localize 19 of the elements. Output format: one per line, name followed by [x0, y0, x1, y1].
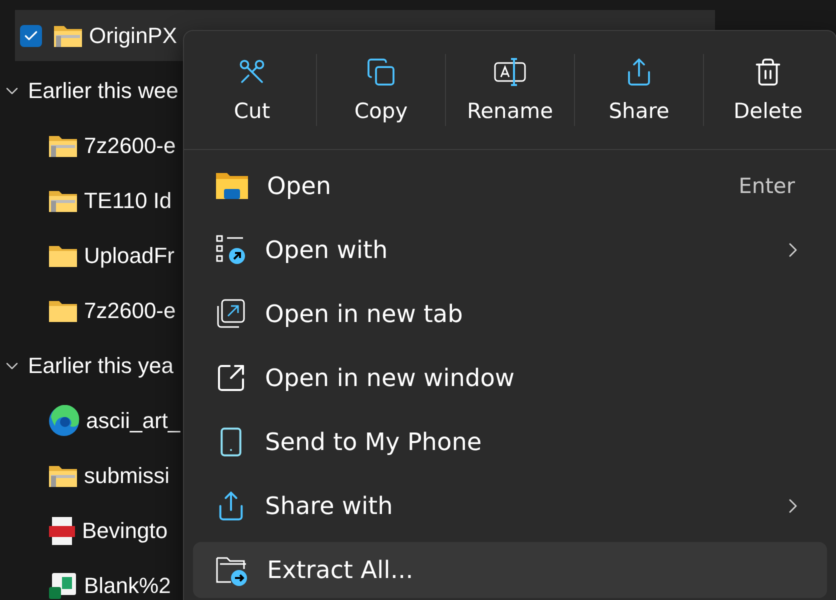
file-name: Blank%2 — [84, 572, 171, 598]
menu-item-label: Share with — [265, 492, 394, 520]
menu-item-label: Open with — [265, 236, 389, 264]
group-header: Earlier this wee — [28, 78, 178, 104]
menu-item-label: Open in new tab — [265, 300, 464, 328]
menu-item-label: Open in new window — [265, 364, 516, 392]
file-name: UploadFr — [84, 242, 174, 268]
menu-item-label: Extract All... — [267, 556, 414, 584]
file-name: submissi — [84, 462, 170, 488]
menu-item-label: Open — [267, 172, 332, 200]
file-name: OriginPX — [89, 22, 178, 48]
group-header: Earlier this yea — [28, 352, 174, 378]
file-name: 7z2600-e — [84, 298, 176, 324]
shortcut-text: Enter — [738, 174, 795, 198]
menu-item-label: Send to My Phone — [265, 428, 483, 456]
file-name: 7z2600-e — [84, 132, 176, 158]
file-name: ascii_art_ — [86, 408, 180, 434]
file-name: TE110 Id — [84, 188, 172, 214]
file-name: Bevingto — [82, 518, 168, 544]
